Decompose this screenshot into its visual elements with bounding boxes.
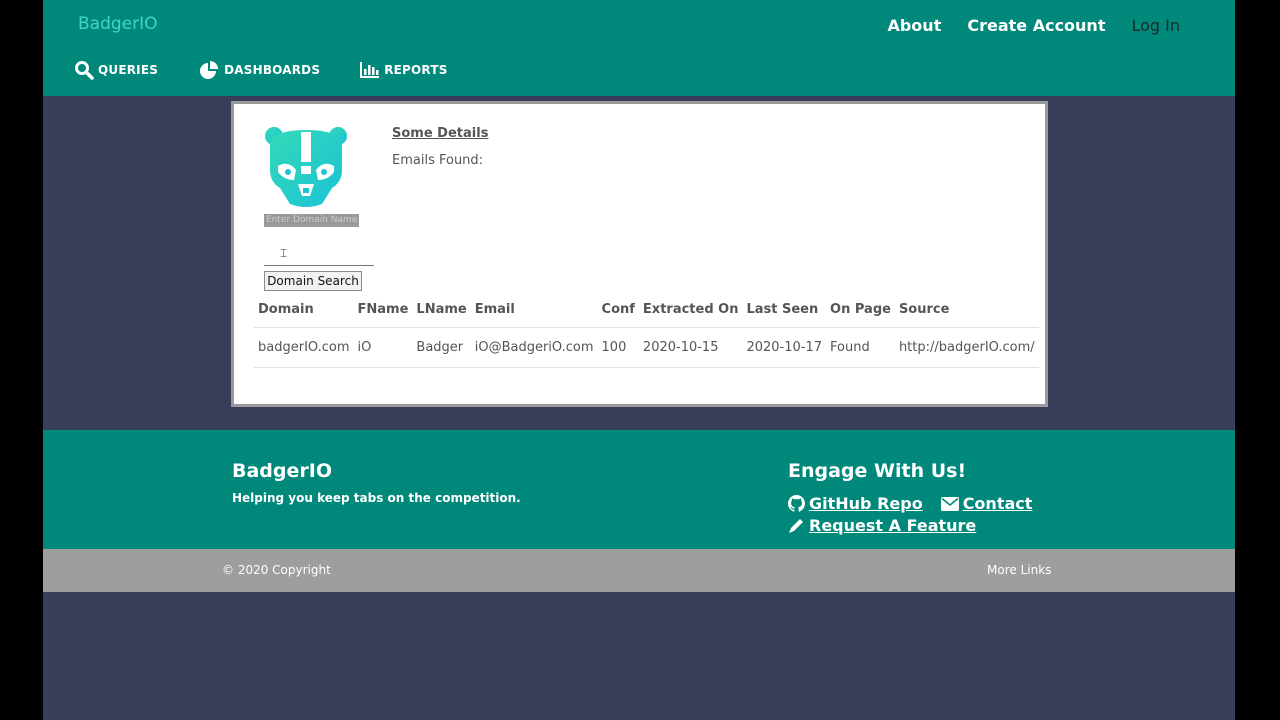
pie-chart-icon bbox=[200, 61, 219, 79]
pencil-icon bbox=[789, 519, 803, 533]
contact-link-label: Contact bbox=[962, 494, 1033, 513]
column-header: On Page bbox=[826, 298, 895, 328]
about-link[interactable]: About bbox=[887, 16, 941, 35]
nav-item-label: REPORTS bbox=[384, 63, 448, 77]
text-cursor-icon: ⌶ bbox=[280, 246, 288, 260]
column-header: Extracted On bbox=[638, 298, 743, 328]
footer-tagline: Helping you keep tabs on the competition… bbox=[232, 491, 521, 505]
request-feature-link[interactable]: Request A Feature bbox=[788, 516, 976, 535]
results-table: Domain FName LName Email Conf Extracted … bbox=[254, 298, 1039, 368]
domain-search-card: Enter Domain Name ⌶ Domain Search Some D… bbox=[231, 101, 1048, 407]
engage-links: GitHub Repo Contact Request A Feature bbox=[788, 494, 1068, 538]
column-header: Domain bbox=[254, 298, 354, 328]
github-link[interactable]: GitHub Repo bbox=[788, 494, 923, 513]
column-header: Last Seen bbox=[742, 298, 827, 328]
request-feature-label: Request A Feature bbox=[809, 516, 977, 535]
github-icon bbox=[788, 495, 805, 512]
table-cell: http://badgerIO.com/ bbox=[894, 327, 1039, 368]
footer: BadgerIO Helping you keep tabs on the co… bbox=[43, 430, 1235, 549]
column-header: Source bbox=[894, 298, 1039, 328]
footer-brand: BadgerIO bbox=[232, 460, 332, 482]
table-cell: Badger bbox=[412, 327, 471, 368]
column-header: LName bbox=[412, 298, 471, 328]
app-frame: BadgerIO About Create Account Log In QUE… bbox=[43, 0, 1235, 720]
envelope-icon bbox=[940, 496, 959, 511]
column-header: FName bbox=[353, 298, 413, 328]
domain-input-label: Enter Domain Name bbox=[264, 214, 360, 227]
table-cell: badgerIO.com bbox=[254, 327, 354, 368]
create-account-link[interactable]: Create Account bbox=[967, 16, 1105, 35]
nav-item-reports[interactable]: REPORTS bbox=[360, 60, 447, 80]
emails-found-label: Emails Found: bbox=[392, 153, 484, 168]
table-cell: iO bbox=[353, 327, 413, 368]
search-icon bbox=[75, 61, 94, 80]
engage-title: Engage With Us! bbox=[788, 460, 967, 482]
badger-logo-icon bbox=[265, 127, 347, 207]
table-cell: iO@BadgeriO.com bbox=[470, 327, 598, 368]
bar-chart-icon bbox=[360, 62, 380, 78]
sub-nav: QUERIES DASHBOARDS REPORTS bbox=[74, 60, 448, 80]
brand-logo[interactable]: BadgerIO bbox=[78, 14, 158, 34]
domain-search-button[interactable]: Domain Search bbox=[264, 271, 362, 291]
details-title: Some Details bbox=[392, 126, 489, 141]
copyright-bar: © 2020 Copyright More Links bbox=[43, 549, 1235, 592]
table-cell: Found bbox=[826, 327, 895, 368]
table-header-row: Domain FName LName Email Conf Extracted … bbox=[254, 298, 1039, 328]
column-header: Email bbox=[470, 298, 598, 328]
column-header: Conf bbox=[597, 298, 639, 328]
table-cell: 100 bbox=[597, 327, 639, 368]
more-links-link[interactable]: More Links bbox=[987, 563, 1051, 577]
table-cell: 2020-10-17 bbox=[742, 327, 827, 368]
nav-item-dashboards[interactable]: DASHBOARDS bbox=[198, 60, 320, 80]
nav-item-label: QUERIES bbox=[98, 63, 159, 77]
github-link-label: GitHub Repo bbox=[809, 494, 923, 513]
table-row: badgerIO.com iO Badger iO@BadgeriO.com 1… bbox=[254, 327, 1039, 368]
table-cell: 2020-10-15 bbox=[638, 327, 743, 368]
nav-item-queries[interactable]: QUERIES bbox=[74, 60, 158, 80]
top-nav: About Create Account Log In bbox=[887, 16, 1180, 35]
header: BadgerIO About Create Account Log In QUE… bbox=[43, 0, 1235, 96]
contact-link[interactable]: Contact bbox=[940, 494, 1033, 513]
copyright-text: © 2020 Copyright bbox=[222, 563, 331, 577]
login-link[interactable]: Log In bbox=[1131, 16, 1180, 35]
nav-item-label: DASHBOARDS bbox=[224, 63, 321, 77]
